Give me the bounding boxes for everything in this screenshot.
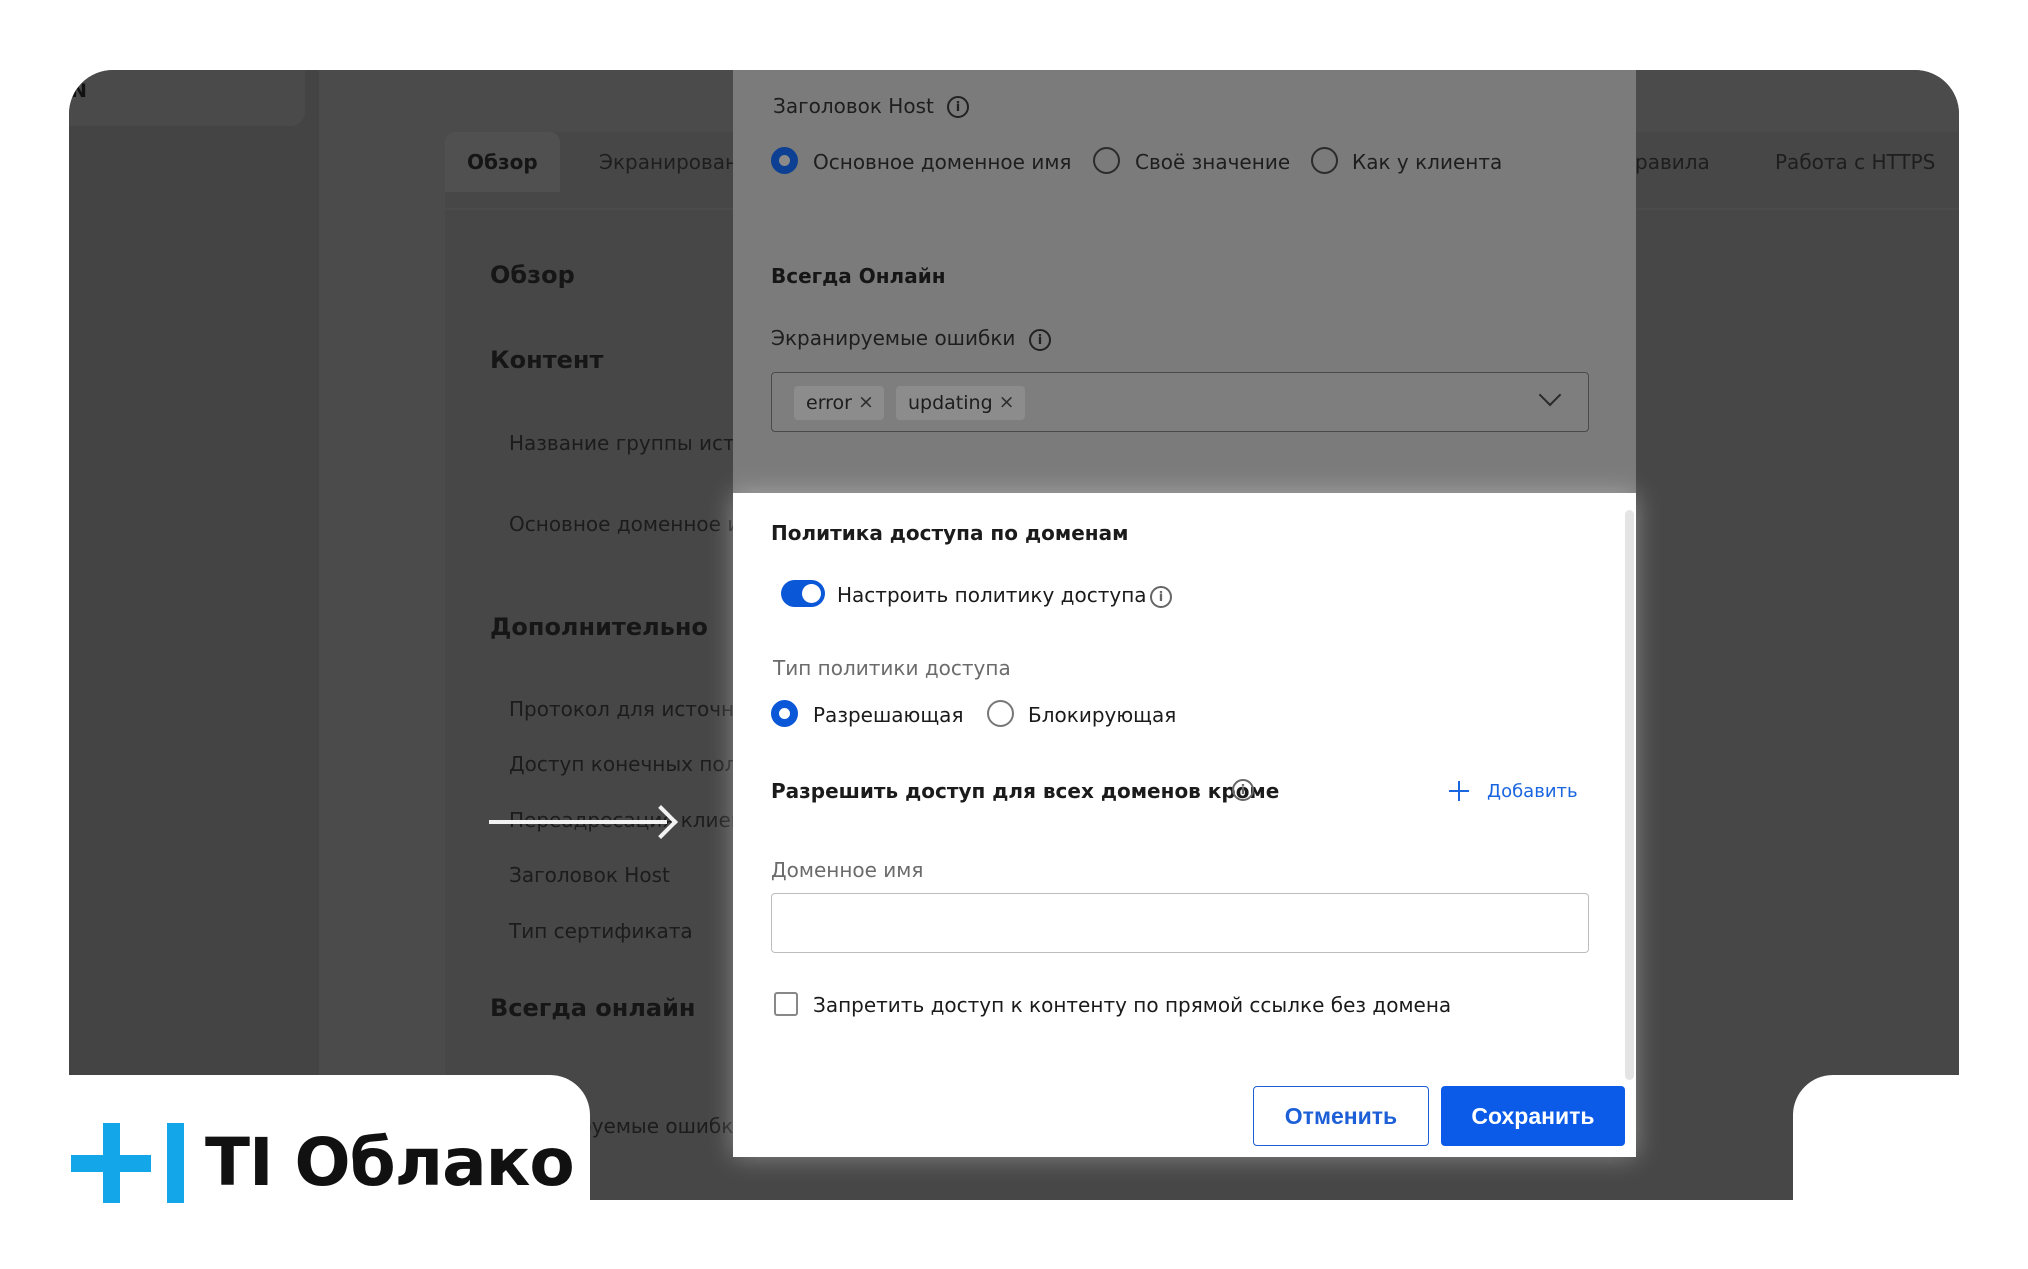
- shielded-errors-select[interactable]: error × updating ×: [771, 372, 1589, 432]
- radio-main-domain-label: Основное доменное имя: [813, 150, 1072, 174]
- toggle-label: Настроить политику доступа: [837, 583, 1147, 607]
- close-icon[interactable]: ×: [856, 392, 876, 412]
- tab-overview[interactable]: Обзор: [445, 132, 560, 192]
- item-cert-type[interactable]: Тип сертификата: [509, 919, 693, 943]
- policy-title: Политика доступа по доменам: [771, 521, 1129, 545]
- shielded-errors-label: Экранируемые ошибки: [771, 326, 1016, 350]
- item-host-header[interactable]: Заголовок Host: [509, 863, 670, 887]
- close-icon[interactable]: ×: [997, 392, 1017, 412]
- item-shielded-errors[interactable]: руемые ошибк: [579, 1114, 733, 1138]
- chevron-down-icon[interactable]: [1538, 383, 1562, 407]
- item-end-access[interactable]: Доступ конечных пол: [509, 752, 737, 776]
- section-overview: Обзор: [490, 261, 575, 289]
- cancel-button[interactable]: Отменить: [1253, 1086, 1429, 1146]
- radio-as-client-label: Как у клиента: [1352, 150, 1503, 174]
- radio-blocking-label: Блокирующая: [1028, 703, 1177, 727]
- domain-name-label: Доменное имя: [771, 858, 924, 882]
- radio-allowing-label: Разрешающая: [813, 703, 964, 727]
- chip-label: error: [806, 392, 852, 414]
- direct-link-checkbox[interactable]: [774, 992, 798, 1016]
- host-header-label: Заголовок Host: [773, 94, 934, 118]
- corner-cutout: [1793, 1075, 2028, 1269]
- info-icon: i: [1029, 329, 1051, 351]
- radio-main-domain[interactable]: [771, 147, 798, 174]
- radio-custom-value-label: Своё значение: [1135, 150, 1291, 174]
- corner-text: N: [71, 80, 87, 102]
- left-panel: N: [69, 70, 305, 126]
- toggle-knob: [802, 584, 821, 603]
- brand-bar: [167, 1123, 184, 1203]
- add-button[interactable]: Добавить: [1487, 781, 1578, 802]
- tab-https[interactable]: Работа с HTTPS: [1775, 150, 1935, 174]
- brand-plus-icon: [71, 1155, 151, 1172]
- brand-name: TI Облако: [205, 1124, 575, 1201]
- section-additional: Дополнительно: [490, 613, 708, 641]
- arrow-right-icon: [489, 820, 667, 824]
- chip-error: error ×: [794, 386, 884, 420]
- policy-toggle[interactable]: [781, 580, 825, 607]
- section-always-online: Всегда онлайн: [490, 994, 696, 1022]
- plus-icon[interactable]: [1449, 781, 1469, 801]
- item-main-domain[interactable]: Основное доменное и: [509, 512, 740, 536]
- allow-except-label: Разрешить доступ для всех доменов кроме: [771, 779, 1280, 803]
- chip-updating: updating ×: [896, 386, 1025, 420]
- radio-custom-value[interactable]: [1093, 147, 1120, 174]
- info-icon: i: [1232, 779, 1254, 801]
- radio-blocking[interactable]: [987, 700, 1014, 727]
- domain-name-input[interactable]: [771, 893, 1589, 953]
- always-online-title: Всегда Онлайн: [771, 264, 946, 288]
- section-content: Контент: [490, 346, 604, 374]
- item-source-group[interactable]: Название группы исто: [509, 431, 747, 455]
- tab-rules[interactable]: равила: [1635, 150, 1710, 174]
- tab-shielding[interactable]: Экранирован: [599, 150, 738, 174]
- checkbox-label: Запретить доступ к контенту по прямой сс…: [813, 993, 1452, 1017]
- radio-allowing[interactable]: [771, 700, 798, 727]
- save-button[interactable]: Сохранить: [1441, 1086, 1625, 1146]
- item-protocol[interactable]: Протокол для источн: [509, 697, 734, 721]
- info-icon: i: [1150, 586, 1172, 608]
- radio-as-client[interactable]: [1311, 147, 1338, 174]
- scrollbar[interactable]: [1625, 510, 1634, 1080]
- chip-label: updating: [908, 392, 993, 414]
- policy-type-label: Тип политики доступа: [773, 656, 1011, 680]
- info-icon: i: [947, 96, 969, 118]
